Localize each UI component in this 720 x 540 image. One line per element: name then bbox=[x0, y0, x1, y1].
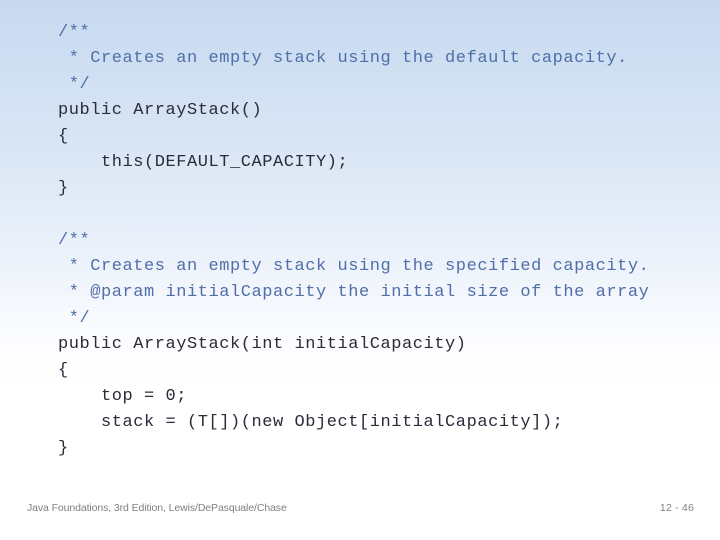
code-line: public ArrayStack() bbox=[58, 101, 263, 120]
code-line: * Creates an empty stack using the speci… bbox=[58, 257, 650, 276]
slide-canvas: /** * Creates an empty stack using the d… bbox=[0, 0, 720, 540]
code-line: /** bbox=[58, 231, 91, 250]
code-listing: /** * Creates an empty stack using the d… bbox=[58, 20, 708, 462]
code-line: { bbox=[58, 361, 69, 380]
footer-attribution: Java Foundations, 3rd Edition, Lewis/DeP… bbox=[27, 502, 287, 514]
code-line: stack = (T[])(new Object[initialCapacity… bbox=[58, 413, 564, 432]
code-line: */ bbox=[58, 75, 91, 94]
code-line: * Creates an empty stack using the defau… bbox=[58, 49, 628, 68]
footer-page-number: 12 - 46 bbox=[659, 502, 694, 514]
code-line: this(DEFAULT_CAPACITY); bbox=[58, 153, 349, 172]
code-line: { bbox=[58, 127, 69, 146]
slide-footer: Java Foundations, 3rd Edition, Lewis/DeP… bbox=[0, 496, 720, 540]
code-line: public ArrayStack(int initialCapacity) bbox=[58, 335, 467, 354]
code-line: */ bbox=[58, 309, 91, 328]
code-line: } bbox=[58, 439, 69, 458]
code-line: /** bbox=[58, 23, 91, 42]
code-line: top = 0; bbox=[58, 387, 188, 406]
code-line: } bbox=[58, 179, 69, 198]
code-line: * @param initialCapacity the initial siz… bbox=[58, 283, 650, 302]
